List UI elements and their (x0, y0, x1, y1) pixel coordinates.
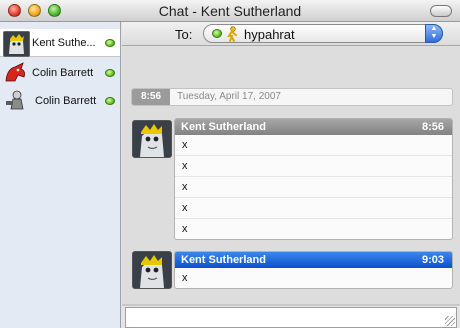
tab-kent-sutherland[interactable]: Kent Suthe... (0, 29, 120, 57)
tab-label: Colin Barrett (32, 67, 94, 79)
status-available-icon (105, 97, 115, 105)
date-header: 8:56 Tuesday, April 17, 2007 (131, 88, 453, 106)
message-header: Kent Sutherland 9:03 (175, 252, 452, 268)
recipient-name: hypahrat (244, 27, 295, 42)
message-line: x (182, 223, 188, 235)
message-line: x (182, 272, 188, 284)
to-label: To: (175, 27, 193, 42)
message-time: 8:56 (421, 121, 444, 133)
avatar (132, 251, 172, 289)
message-block: Kent Sutherland 8:56 x x x x x (174, 118, 453, 240)
tab-colin-barrett[interactable]: Colin Barrett (0, 59, 120, 87)
message-input[interactable] (125, 307, 457, 328)
stepper-icon[interactable]: ▲ ▼ (425, 24, 443, 43)
recipient-bar: To: hypahrat ▲ ▼ (122, 22, 460, 46)
resize-grip-icon[interactable] (445, 316, 455, 326)
avatar (3, 61, 28, 85)
tab-label: Kent Suthe... (32, 37, 96, 49)
message-line: x (175, 177, 452, 198)
status-available-icon (212, 29, 222, 38)
avatar (3, 31, 30, 57)
avatar (3, 89, 28, 113)
window-title: Chat - Kent Sutherland (158, 3, 302, 19)
split-view-divider[interactable] (122, 304, 460, 306)
message-time: 9:03 (421, 254, 444, 266)
date-header-date: Tuesday, April 17, 2007 (177, 91, 281, 102)
status-available-icon (105, 39, 115, 47)
aim-service-icon (225, 26, 239, 42)
message-line: x (175, 198, 452, 219)
title-bar: Chat - Kent Sutherland (0, 0, 460, 22)
message-sender: Kent Sutherland (181, 254, 266, 266)
message-sender: Kent Sutherland (181, 121, 266, 133)
tab-colin-barrett-2[interactable]: Colin Barrett (0, 87, 120, 115)
recipient-select[interactable]: hypahrat ▲ ▼ (203, 24, 443, 43)
message-line: x (175, 156, 452, 177)
message-header: Kent Sutherland 8:56 (175, 119, 452, 135)
message-block: Kent Sutherland 9:03 x (174, 251, 453, 289)
toolbar-toggle-icon[interactable] (430, 5, 452, 17)
message-line: x (175, 135, 452, 156)
date-header-time: 8:56 (132, 89, 170, 105)
avatar (132, 120, 172, 158)
tab-sidebar: Kent Suthe... Colin Barrett Colin Barret… (0, 22, 121, 328)
chat-transcript[interactable]: 8:56 Tuesday, April 17, 2007 Kent Suther… (122, 46, 460, 304)
status-available-icon (105, 69, 115, 77)
tab-label: Colin Barrett (35, 95, 97, 107)
